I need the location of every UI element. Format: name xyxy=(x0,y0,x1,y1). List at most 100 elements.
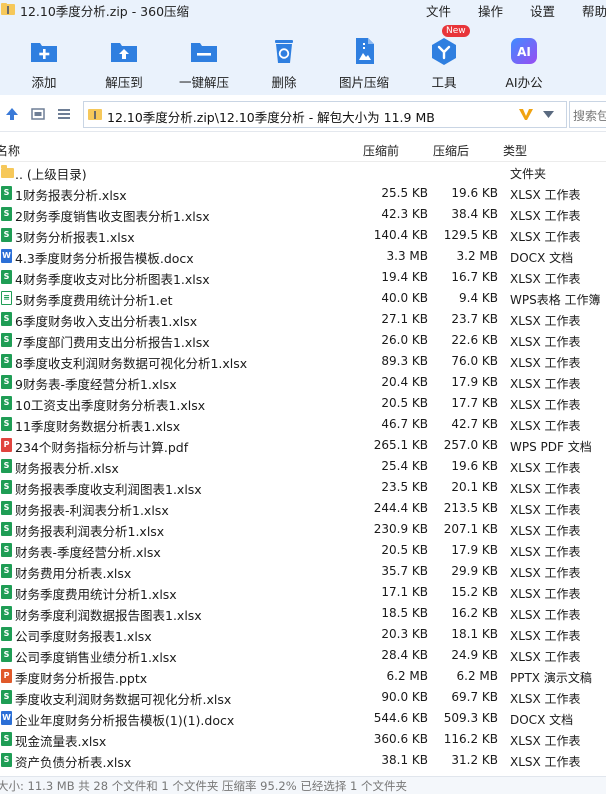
file-row[interactable]: P 234个财务指标分析与计算.pdf 265.1 KB 257.0 KB WPS PD… xyxy=(0,435,606,456)
file-row[interactable]: S 资产负债分析表.xlsx 38.1 KB 31.2 KB XLSX 工作表 xyxy=(0,750,606,771)
chevron-down-icon[interactable] xyxy=(543,111,554,118)
file-row[interactable]: P 季度财务分析报告.pptx 6.2 MB 6.2 MB PPTX 演示文稿 xyxy=(0,666,606,687)
one-click-extract-label: 一键解压 xyxy=(178,75,229,90)
menu-operations[interactable]: 操作 xyxy=(478,1,503,20)
file-row[interactable]: S 10工资支出季度财务分析表1.xlsx 20.5 KB 17.7 KB XLSX 工… xyxy=(0,393,606,414)
tools-button[interactable]: New 工具 xyxy=(399,25,489,91)
file-row[interactable]: S 6季度财务收入支出分析表1.xlsx 27.1 KB 23.7 KB XLSX 工作… xyxy=(0,309,606,330)
add-button[interactable]: 添加 xyxy=(0,35,89,91)
file-row[interactable]: S 7季度部门费用支出分析报告1.xlsx 26.0 KB 22.6 KB XLSX 工… xyxy=(0,330,606,351)
v-logo-icon[interactable] xyxy=(518,106,534,122)
xlsx-icon: S xyxy=(1,585,12,599)
address-bar: 12.10季度分析.zip\12.10季度分析 - 解包大小为 11.9 MB … xyxy=(0,98,606,132)
xlsx-icon: S xyxy=(1,480,12,494)
file-row[interactable]: S 3财务分析报表1.xlsx 140.4 KB 129.5 KB XLSX 工作表 xyxy=(0,225,606,246)
menu-settings[interactable]: 设置 xyxy=(530,1,555,20)
image-compress-button[interactable]: 图片压缩 xyxy=(319,35,409,91)
file-row[interactable]: S 9财务表-季度经营分析1.xlsx 20.4 KB 17.9 KB XLSX 工作表 xyxy=(0,372,606,393)
file-type: XLSX 工作表 xyxy=(510,734,581,748)
xlsx-icon: S xyxy=(1,207,12,221)
menu-help[interactable]: 帮助 xyxy=(582,1,606,20)
size-after: 257.0 KB xyxy=(443,438,498,452)
file-type: XLSX 工作表 xyxy=(510,608,581,622)
file-row[interactable]: S 财务报表季度收支利润图表1.xlsx 23.5 KB 20.1 KB XLSX 工作… xyxy=(0,477,606,498)
file-row[interactable]: S 公司季度财务报表1.xlsx 20.3 KB 18.1 KB XLSX 工作表 xyxy=(0,624,606,645)
size-after: 18.1 KB xyxy=(451,627,498,641)
file-row[interactable]: S 8季度收支利润财务数据可视化分析1.xlsx 89.3 KB 76.0 KB XLS… xyxy=(0,351,606,372)
file-row[interactable]: S 财务表-季度经营分析.xlsx 20.5 KB 17.9 KB XLSX 工作表 xyxy=(0,540,606,561)
image-compress-label: 图片压缩 xyxy=(338,75,389,90)
size-before: 26.0 KB xyxy=(381,333,428,347)
search-input[interactable]: 搜索包 xyxy=(573,107,606,124)
file-row[interactable]: S 4财务季度收支对比分析图表1.xlsx 19.4 KB 16.7 KB XLSX 工… xyxy=(0,267,606,288)
menu-file[interactable]: 文件 xyxy=(426,1,451,20)
file-name: 现金流量表.xlsx xyxy=(15,734,107,749)
extract-to-button[interactable]: 解压到 xyxy=(79,35,169,91)
file-row[interactable]: S 财务费用分析表.xlsx 35.7 KB 29.9 KB XLSX 工作表 xyxy=(0,561,606,582)
file-row[interactable]: S 财务报表分析.xlsx 25.4 KB 19.6 KB XLSX 工作表 xyxy=(0,456,606,477)
current-path: 12.10季度分析.zip\12.10季度分析 - 解包大小为 11.9 MB xyxy=(107,110,435,125)
size-after: 6.2 MB xyxy=(456,669,498,683)
size-before: 28.4 KB xyxy=(381,648,428,662)
xlsx-icon: S xyxy=(1,186,12,200)
file-row[interactable]: S 财务季度费用统计分析1.xlsx 17.1 KB 15.2 KB XLSX 工作表 xyxy=(0,582,606,603)
et-icon: ≡ xyxy=(1,291,12,305)
size-after: 9.4 KB xyxy=(459,291,498,305)
list-view-icon[interactable] xyxy=(57,107,71,121)
file-type: DOCX 文档 xyxy=(510,713,574,727)
new-badge: New xyxy=(442,25,470,37)
file-name: 财务报表分析.xlsx xyxy=(15,461,119,476)
file-type: XLSX 工作表 xyxy=(510,503,581,517)
size-before: 20.3 KB xyxy=(381,627,428,641)
size-after: 207.1 KB xyxy=(443,522,498,536)
file-row[interactable]: .. (上级目录) 文件夹 xyxy=(0,162,606,183)
one-click-extract-button[interactable]: 一键解压 xyxy=(159,35,249,91)
column-after[interactable]: 压缩后 xyxy=(433,142,469,159)
file-row[interactable]: S 财务季度利润数据报告图表1.xlsx 18.5 KB 16.2 KB XLSX 工作… xyxy=(0,603,606,624)
size-before: 40.0 KB xyxy=(381,291,428,305)
ai-office-icon: AI xyxy=(511,38,537,64)
size-after: 16.7 KB xyxy=(451,270,498,284)
up-arrow-icon[interactable] xyxy=(5,107,19,121)
size-after: 17.7 KB xyxy=(451,396,498,410)
ai-office-button[interactable]: AI AI办公 xyxy=(479,35,569,91)
size-after: 31.2 KB xyxy=(451,753,498,767)
column-type[interactable]: 类型 xyxy=(503,142,527,159)
size-before: 20.5 KB xyxy=(381,396,428,410)
column-name[interactable]: 名称 xyxy=(0,142,20,159)
file-row[interactable]: S 现金流量表.xlsx 360.6 KB 116.2 KB XLSX 工作表 xyxy=(0,729,606,750)
size-before: 46.7 KB xyxy=(381,417,428,431)
search-field[interactable]: 搜索包 xyxy=(569,101,606,128)
size-before: 544.6 KB xyxy=(373,711,428,725)
file-row[interactable]: S 公司季度销售业绩分析1.xlsx 28.4 KB 24.9 KB XLSX 工作表 xyxy=(0,645,606,666)
file-row[interactable]: W 企业年度财务分析报告模板(1)(1).docx 544.6 KB 509.3 KB… xyxy=(0,708,606,729)
file-row[interactable]: S 11季度财务数据分析表1.xlsx 46.7 KB 42.7 KB XLSX 工作表 xyxy=(0,414,606,435)
menu-bar: 文件 操作 设置 帮助 xyxy=(0,1,606,19)
file-row[interactable]: S 季度收支利润财务数据可视化分析.xlsx 90.0 KB 69.7 KB XLSX … xyxy=(0,687,606,708)
delete-button[interactable]: 删除 xyxy=(239,35,329,91)
size-before: 20.5 KB xyxy=(381,543,428,557)
file-row[interactable]: S 财务报表-利润表分析1.xlsx 244.4 KB 213.5 KB XLSX 工作… xyxy=(0,498,606,519)
xlsx-icon: S xyxy=(1,228,12,242)
path-field[interactable]: 12.10季度分析.zip\12.10季度分析 - 解包大小为 11.9 MB xyxy=(83,101,567,128)
xlsx-icon: S xyxy=(1,417,12,431)
file-row[interactable]: S 1财务报表分析.xlsx 25.5 KB 19.6 KB XLSX 工作表 xyxy=(0,183,606,204)
xlsx-icon: S xyxy=(1,501,12,515)
file-name: .. (上级目录) xyxy=(15,167,87,182)
docx-icon: W xyxy=(1,711,12,725)
file-type: XLSX 工作表 xyxy=(510,230,581,244)
column-before[interactable]: 压缩前 xyxy=(363,142,399,159)
xlsx-icon: S xyxy=(1,459,12,473)
file-row[interactable]: S 2财务季度销售收支图表分析1.xlsx 42.3 KB 38.4 KB XLSX 工… xyxy=(0,204,606,225)
size-after: 17.9 KB xyxy=(451,375,498,389)
file-type: XLSX 工作表 xyxy=(510,209,581,223)
xlsx-icon: S xyxy=(1,522,12,536)
file-row[interactable]: ≡ 5财务季度费用统计分析1.et 40.0 KB 9.4 KB WPS表格 工作簿 xyxy=(0,288,606,309)
file-type: XLSX 工作表 xyxy=(510,335,581,349)
file-type: WPS PDF 文档 xyxy=(510,440,592,454)
size-after: 23.7 KB xyxy=(451,312,498,326)
file-row[interactable]: S 财务报表利润表分析1.xlsx 230.9 KB 207.1 KB XLSX 工作表 xyxy=(0,519,606,540)
size-before: 25.4 KB xyxy=(381,459,428,473)
view-mode-icon[interactable] xyxy=(31,107,45,121)
file-row[interactable]: W 4.3季度财务分析报告模板.docx 3.3 MB 3.2 MB DOCX 文档 xyxy=(0,246,606,267)
